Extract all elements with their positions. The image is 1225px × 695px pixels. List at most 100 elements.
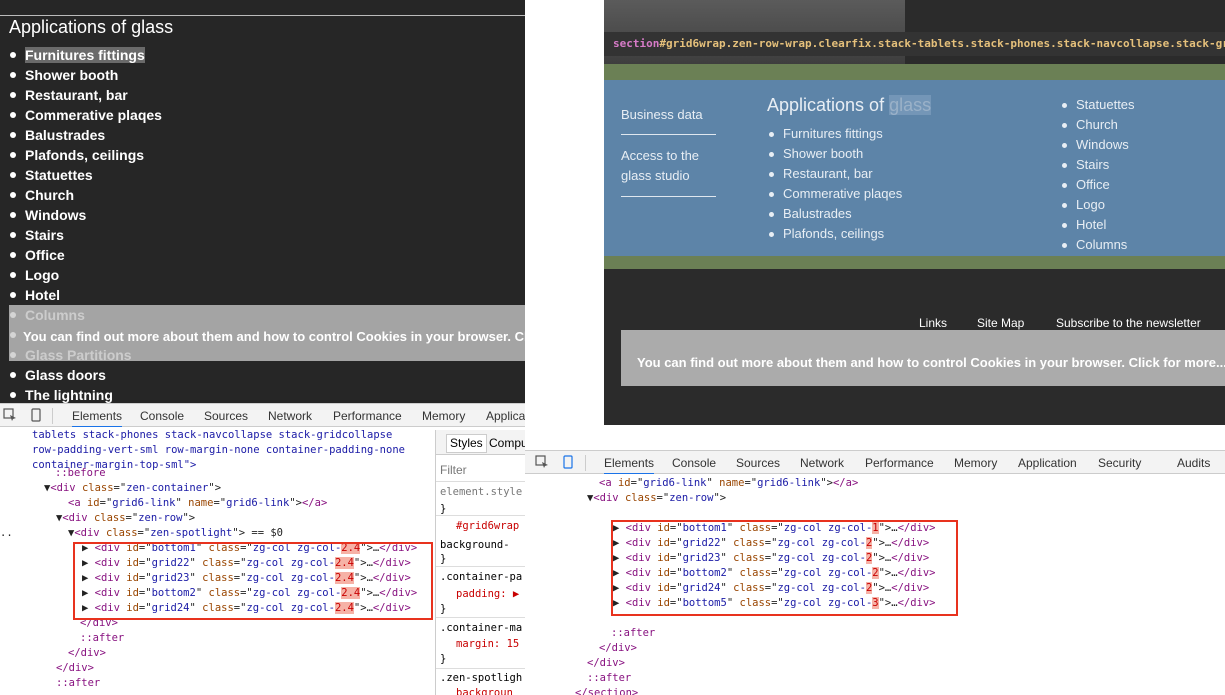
list-item[interactable]: Logo: [10, 265, 162, 285]
tree-node[interactable]: ::after: [611, 626, 655, 641]
tree-node[interactable]: ▼<div class="zen-row">: [587, 491, 726, 506]
style-line[interactable]: backgroun: [456, 687, 513, 695]
list-item[interactable]: Plafonds, ceilings: [768, 224, 902, 244]
syntax: ">: [713, 492, 727, 504]
list-item[interactable]: Glass doors: [10, 365, 162, 385]
tree-node[interactable]: ▼<div class="zen-row">: [56, 511, 195, 526]
tab-network[interactable]: Network: [268, 409, 312, 423]
tree-node[interactable]: ▼<div class="zen-spotlight"> == $0: [599, 506, 814, 521]
list-item[interactable]: Commerative plaqes: [10, 105, 162, 125]
style-line[interactable]: element.style: [440, 486, 522, 498]
device-toggle-icon[interactable]: [29, 408, 43, 422]
tab-security[interactable]: Security: [1098, 456, 1141, 470]
tree-node[interactable]: ▼<div class="zen-spotlight"> == $0: [68, 526, 283, 541]
list-item[interactable]: Statuettes: [10, 165, 162, 185]
list-item[interactable]: Balustrades: [768, 204, 902, 224]
tab-styles[interactable]: Styles: [446, 434, 487, 453]
tab-computed[interactable]: Compu: [489, 436, 525, 450]
cookie-banner[interactable]: You can find out more about them and how…: [9, 305, 525, 361]
list-item[interactable]: Office: [1062, 175, 1135, 195]
list-item[interactable]: Church: [1062, 115, 1135, 135]
tree-node[interactable]: <a id="grid6-link" name="grid6-link"></a…: [68, 496, 327, 511]
tab-performance[interactable]: Performance: [865, 456, 934, 470]
style-line[interactable]: }: [440, 603, 446, 615]
list-item[interactable]: Furnitures fittings: [768, 124, 902, 144]
tab-elements[interactable]: Elements: [604, 456, 655, 475]
tag: <a: [68, 497, 87, 509]
styles-tabs: Styles Compu: [436, 430, 525, 455]
list-item-label: Windows: [1076, 137, 1129, 152]
tree-node[interactable]: </div>: [56, 661, 94, 676]
inspect-icon[interactable]: [3, 408, 17, 422]
tab-console[interactable]: Console: [140, 409, 184, 423]
tree-node[interactable]: ::after: [80, 631, 124, 646]
tab-sources[interactable]: Sources: [736, 456, 780, 470]
footer-link-newsletter[interactable]: Subscribe to the newsletter: [1056, 316, 1201, 330]
tree-node[interactable]: </div>: [599, 641, 637, 656]
style-line[interactable]: #grid6wrap .z: [456, 520, 525, 532]
tree-line[interactable]: ::before: [55, 466, 106, 481]
list-item[interactable]: Restaurant, bar: [768, 164, 902, 184]
list-item[interactable]: Logo: [1062, 195, 1135, 215]
device-toggle-icon[interactable]: [561, 455, 575, 469]
attr-value: grid6-link: [112, 497, 176, 509]
list-item[interactable]: Office: [10, 245, 162, 265]
link-business-data[interactable]: Business data: [621, 105, 703, 125]
tab-applica[interactable]: Applica: [486, 409, 525, 423]
tree-node[interactable]: <a id="grid6-link" name="grid6-link"></a…: [599, 476, 858, 491]
tree-line[interactable]: tablets stack-phones stack-navcollapse s…: [32, 428, 392, 443]
tab-performance[interactable]: Performance: [333, 409, 402, 423]
style-line[interactable]: .container-pa: [440, 571, 522, 583]
tree-node[interactable]: </div>: [587, 656, 625, 671]
tree-line[interactable]: row-padding-vert-sml row-margin-none con…: [32, 443, 405, 458]
tree-node[interactable]: </section>: [575, 686, 638, 695]
tab-memory[interactable]: Memory: [954, 456, 997, 470]
style-line[interactable]: }: [440, 503, 446, 515]
list-item[interactable]: Commerative plaqes: [768, 184, 902, 204]
style-line[interactable]: }: [440, 653, 446, 665]
list-item[interactable]: Hotel: [1062, 215, 1135, 235]
list-item[interactable]: Plafonds, ceilings: [10, 145, 162, 165]
footer-link-links[interactable]: Links: [919, 316, 947, 330]
list-item[interactable]: Columns: [1062, 235, 1135, 255]
list-item[interactable]: Statuettes: [1062, 95, 1135, 115]
link-glass-studio-line1[interactable]: Access to the: [621, 146, 699, 166]
footer-link-sitemap[interactable]: Site Map: [977, 316, 1024, 330]
styles-filter-input[interactable]: Filter: [440, 463, 467, 477]
list-item[interactable]: Windows: [1062, 135, 1135, 155]
inspect-icon[interactable]: [535, 455, 549, 469]
tab-network[interactable]: Network: [800, 456, 844, 470]
tree-node[interactable]: ::after: [56, 676, 100, 691]
attr-value: zen-row: [669, 492, 714, 504]
tree-node[interactable]: </div>: [68, 646, 106, 661]
style-line[interactable]: }: [440, 553, 446, 565]
style-line[interactable]: .zen-spotligh: [440, 672, 522, 684]
list-item[interactable]: Shower booth: [768, 144, 902, 164]
tab-application[interactable]: Application: [1018, 456, 1077, 470]
cookie-banner[interactable]: You can find out more about them and how…: [621, 330, 1225, 386]
list-item-label: Shower booth: [25, 67, 119, 83]
tab-audits[interactable]: Audits: [1177, 456, 1210, 470]
tab-console[interactable]: Console: [672, 456, 716, 470]
list-item[interactable]: Hotel: [10, 285, 162, 305]
list-item[interactable]: Stairs: [1062, 155, 1135, 175]
tab-sources[interactable]: Sources: [204, 409, 248, 423]
style-line[interactable]: background-: [440, 539, 510, 551]
tree-node[interactable]: ::after: [587, 671, 631, 686]
style-line[interactable]: .container-ma: [440, 622, 522, 634]
list-item[interactable]: Restaurant, bar: [10, 85, 162, 105]
style-line[interactable]: padding: ▶ 0: [456, 588, 525, 600]
style-line[interactable]: margin: 15: [456, 638, 519, 650]
tree-node[interactable]: ▼<div class="zen-container">: [44, 481, 221, 496]
tab-elements[interactable]: Elements: [72, 409, 123, 428]
list-item[interactable]: The lightning: [10, 385, 162, 403]
link-glass-studio-line2[interactable]: glass studio: [621, 166, 690, 186]
list-item[interactable]: Furnitures fittings: [10, 45, 162, 65]
list-item[interactable]: Windows: [10, 205, 162, 225]
tab-memory[interactable]: Memory: [422, 409, 465, 423]
list-item[interactable]: Shower booth: [10, 65, 162, 85]
list-item[interactable]: Balustrades: [10, 125, 162, 145]
section-title: Applications of glass: [767, 95, 932, 116]
list-item[interactable]: Church: [10, 185, 162, 205]
list-item[interactable]: Stairs: [10, 225, 162, 245]
